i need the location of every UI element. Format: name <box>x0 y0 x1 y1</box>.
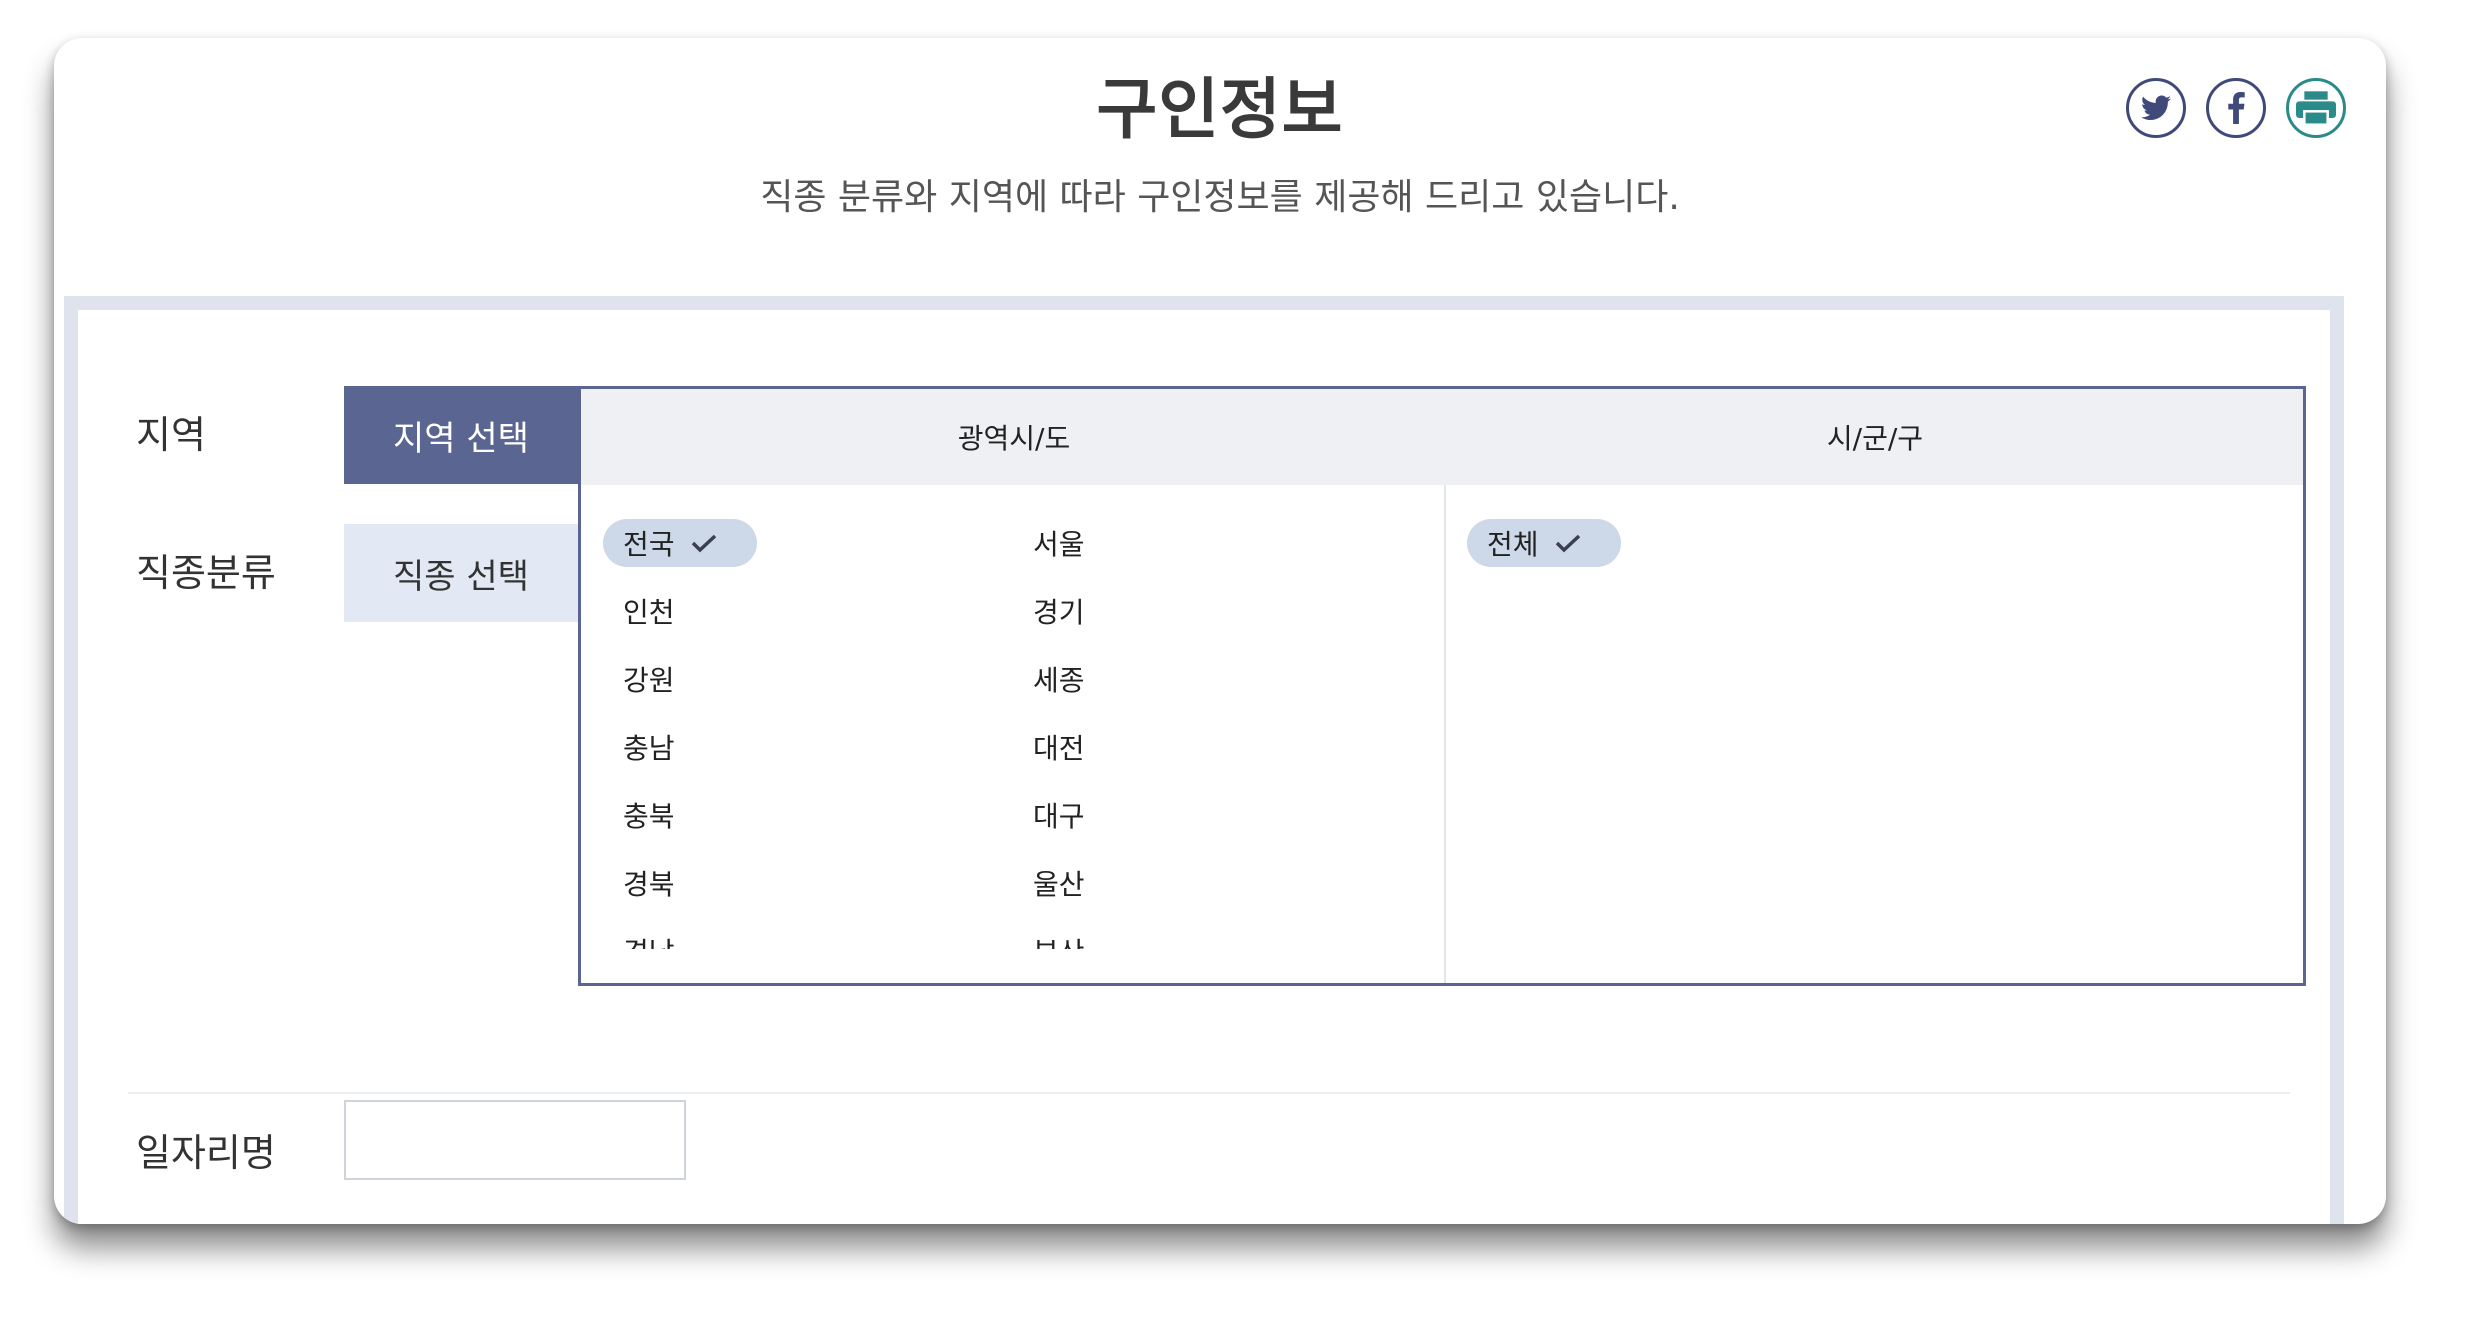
print-button[interactable] <box>2286 78 2346 138</box>
column-divider <box>1444 485 1446 983</box>
share-toolbar <box>2126 78 2346 138</box>
province-item[interactable]: 인천 <box>603 587 1013 635</box>
province-item-label: 경남 <box>623 931 675 949</box>
province-item[interactable]: 충북 <box>603 791 1013 839</box>
province-grid: 전국 서울인천 경기강원 세종충남 대전충북 대구경북 울산경남 부산 <box>603 519 1433 949</box>
province-item-label: 서울 <box>1033 528 1085 561</box>
job-category-label: 직종분류 <box>136 551 276 595</box>
region-label: 지역 <box>136 413 206 457</box>
province-item-label: 충남 <box>623 732 675 765</box>
province-item-label: 인천 <box>623 596 675 629</box>
app-window: 구인정보 직종 분류와 지역에 따라 구인정보를 제공해 드리고 있습니다. 지… <box>54 38 2386 1224</box>
province-item[interactable]: 경남 <box>603 927 1013 949</box>
province-item[interactable]: 경기 <box>1013 587 1423 635</box>
province-item[interactable]: 강원 <box>603 655 1013 703</box>
checkmark-icon <box>1555 534 1580 553</box>
province-item[interactable]: 경북 <box>603 859 1013 907</box>
city-item[interactable]: 전체 <box>1467 519 1621 567</box>
province-item-label: 경기 <box>1033 596 1085 629</box>
region-selector: 광역시/도 시/군/구 전국 서울인천 경기강원 세종충남 대전충북 대구경북 울산경남 부산… <box>578 386 2306 986</box>
province-item[interactable]: 전국 <box>603 519 757 567</box>
province-list[interactable]: 전국 서울인천 경기강원 세종충남 대전충북 대구경북 울산경남 부산 <box>603 519 1433 949</box>
job-name-label: 일자리명 <box>136 1131 276 1175</box>
city-item-label: 전체 <box>1487 528 1539 561</box>
province-item-label: 대전 <box>1033 732 1085 765</box>
province-item-label: 경북 <box>623 868 675 901</box>
province-item[interactable]: 부산 <box>1013 927 1423 949</box>
tab-job-select[interactable]: 직종 선택 <box>344 524 578 622</box>
tab-region-select[interactable]: 지역 선택 <box>344 386 578 484</box>
twitter-share-button[interactable] <box>2126 78 2186 138</box>
job-name-input[interactable] <box>344 1100 686 1180</box>
province-item[interactable]: 서울 <box>1013 519 1423 567</box>
province-column-header: 광역시/도 <box>957 422 1071 455</box>
province-item-label: 세종 <box>1033 664 1085 697</box>
facebook-icon <box>2228 92 2245 124</box>
province-item-label: 전국 <box>623 528 675 561</box>
page-subtitle: 직종 분류와 지역에 따라 구인정보를 제공해 드리고 있습니다. <box>760 177 1680 218</box>
province-item[interactable]: 세종 <box>1013 655 1423 703</box>
page-title: 구인정보 <box>1096 71 1344 148</box>
province-item[interactable]: 대전 <box>1013 723 1423 771</box>
city-items: 전체 <box>1467 519 1621 567</box>
province-item[interactable]: 대구 <box>1013 791 1423 839</box>
facebook-share-button[interactable] <box>2206 78 2266 138</box>
print-icon <box>2296 91 2336 125</box>
province-item-label: 강원 <box>623 664 675 697</box>
search-panel: 지역 직종분류 지역 선택 직종 선택 광역시/도 시/군/구 전국 서울인천 경기… <box>64 296 2344 1224</box>
province-item-label: 대구 <box>1033 800 1085 833</box>
province-item[interactable]: 충남 <box>603 723 1013 771</box>
twitter-icon <box>2141 95 2171 120</box>
province-item-label: 충북 <box>623 800 675 833</box>
province-item-label: 울산 <box>1033 868 1085 901</box>
selector-header: 광역시/도 시/군/구 <box>581 389 2303 485</box>
section-divider <box>128 1092 2290 1094</box>
city-column-header: 시/군/구 <box>1826 422 1924 455</box>
city-list[interactable]: 전체 <box>1467 519 1621 567</box>
province-item[interactable]: 울산 <box>1013 859 1423 907</box>
province-item-label: 부산 <box>1033 931 1085 949</box>
checkmark-icon <box>691 534 716 553</box>
